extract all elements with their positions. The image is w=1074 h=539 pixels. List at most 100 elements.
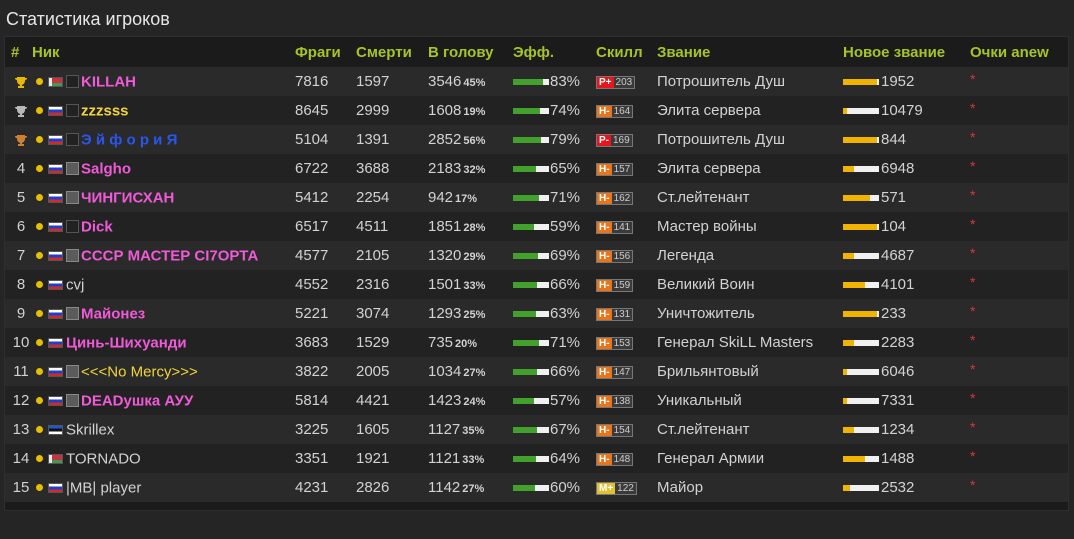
skill-grade: H- <box>597 279 612 291</box>
new-rank-progress-bar <box>843 282 879 289</box>
table-row[interactable]: KILLAH 7816 1597 3546 45% 83% P+ 203 Потрошитель… <box>5 67 1068 96</box>
headshots-cell: 1121 33% <box>428 444 513 473</box>
skill-cell: H- 159 <box>596 270 657 299</box>
skill-value: 203 <box>613 76 635 88</box>
table-row[interactable]: 13 Skrillex 3225 1605 1127 35% 67% H- 154 Ст.лейт… <box>5 415 1068 444</box>
col-header-hs[interactable]: В голову <box>428 37 513 67</box>
rank-cell: 14 <box>5 444 32 473</box>
headshots-cell: 1423 24% <box>428 386 513 415</box>
table-row[interactable]: Э й ф о р и Я 5104 1391 2852 56% 79% P- 169 Потр… <box>5 125 1068 154</box>
rank-position <box>11 73 31 90</box>
country-flag-ru-icon <box>48 482 63 493</box>
table-row[interactable]: zzzsss 8645 2999 1608 19% 74% H- 164 Элита серве… <box>5 96 1068 125</box>
col-header-anew[interactable]: Очки anew <box>970 37 1068 67</box>
col-header-nick[interactable]: Ник <box>32 37 295 67</box>
player-nick-link[interactable]: Майонез <box>81 305 145 322</box>
efficiency-cell: 64% <box>513 444 596 473</box>
headshots-cell: 3546 45% <box>428 67 513 96</box>
col-header-skill[interactable]: Скилл <box>596 37 657 67</box>
new-rank-cell: 1234 <box>843 415 970 444</box>
rank-title: Потрошитель Душ <box>657 125 843 154</box>
table-row[interactable]: 14 TORNADO 3351 1921 1121 33% 64% H- 148 Генерал … <box>5 444 1068 473</box>
new-rank-points: 4101 <box>881 276 915 293</box>
player-nick-link[interactable]: СССР МАСТЕР СI7ОРТА <box>81 247 258 264</box>
new-rank-cell: 7331 <box>843 386 970 415</box>
frags-value: 3683 <box>295 328 356 357</box>
anew-star: * <box>970 99 976 116</box>
player-nick-link[interactable]: zzzsss <box>81 102 129 119</box>
player-nick-link[interactable]: Dick <box>81 218 113 235</box>
headshots-value: 1608 <box>428 102 462 119</box>
efficiency-bar-fill <box>513 485 535 492</box>
new-rank-cell: 571 <box>843 183 970 212</box>
skill-cell: H- 157 <box>596 154 657 183</box>
col-header-new-rank[interactable]: Новое звание <box>843 37 970 67</box>
col-header-rank[interactable]: Звание <box>657 37 843 67</box>
new-rank-progress-bar <box>843 311 879 318</box>
skill-badge: P+ 203 <box>596 75 636 89</box>
table-row[interactable]: 7 СССР МАСТЕР СI7ОРТА 4577 2105 1320 29% 69% H-… <box>5 241 1068 270</box>
table-row[interactable]: 6 Dick 6517 4511 1851 28% 59% H- 141 Мастер войны… <box>5 212 1068 241</box>
online-status-icon <box>36 193 43 201</box>
rank-position: 7 <box>16 247 26 264</box>
efficiency-bar-fill <box>513 340 539 347</box>
skill-badge: H- 131 <box>596 307 634 321</box>
table-row[interactable]: 10 Цинь-Шихуанди 3683 1529 735 20% 71% H- 153 Ген… <box>5 328 1068 357</box>
col-header-num[interactable]: # <box>5 37 32 67</box>
frags-value: 5104 <box>295 125 356 154</box>
table-row[interactable]: 9 Майонез 5221 3074 1293 25% 63% H- 131 Уничтожит… <box>5 299 1068 328</box>
rank-position: 9 <box>16 305 26 322</box>
frags-value: 6722 <box>295 154 356 183</box>
country-flag-ru-icon <box>48 192 63 203</box>
country-flag-ru-icon <box>48 105 63 116</box>
rank-title: Ст.лейтенант <box>657 415 843 444</box>
player-nick-link[interactable]: Цинь-Шихуанди <box>66 334 187 351</box>
headshots-value: 1034 <box>428 363 462 380</box>
table-row[interactable]: 8 cvj 4552 2316 1501 33% 66% H- 159 Великий Воин 4… <box>5 270 1068 299</box>
country-flag-ru-icon <box>48 279 63 290</box>
efficiency-cell: 83% <box>513 67 596 96</box>
player-nick-link[interactable]: |MB| player <box>66 479 141 496</box>
efficiency-bar-fill <box>513 79 543 86</box>
rank-title: Брильянтовый <box>657 357 843 386</box>
table-row[interactable]: 5 ЧИНГИСХАН 5412 2254 942 17% 71% H- 162 Ст.лейте… <box>5 183 1068 212</box>
new-rank-cell: 1488 <box>843 444 970 473</box>
rank-position: 13 <box>12 421 30 438</box>
deaths-value: 1605 <box>356 415 428 444</box>
new-rank-points: 844 <box>881 131 907 148</box>
table-row[interactable]: 4 Salgho 6722 3688 2183 32% 65% H- 157 Элита серв… <box>5 154 1068 183</box>
player-nick-link[interactable]: Э й ф о р и Я <box>81 131 177 148</box>
anew-star: * <box>970 302 976 319</box>
player-nick-link[interactable]: TORNADO <box>66 450 141 467</box>
headshots-value: 2852 <box>428 131 462 148</box>
rank-title: Уникальный <box>657 386 843 415</box>
avatar-icon <box>66 365 79 379</box>
player-nick-link[interactable]: <<<No Mercy>>> <box>81 363 198 380</box>
new-rank-points: 2532 <box>881 479 915 496</box>
player-nick-link[interactable]: ЧИНГИСХАН <box>81 189 174 206</box>
player-nick-link[interactable]: DEADушка АУУ <box>81 392 193 409</box>
player-nick-link[interactable]: Skrillex <box>66 421 114 438</box>
table-row[interactable]: 12 DEADушка АУУ 5814 4421 1423 24% 57% H- 138 Уни… <box>5 386 1068 415</box>
player-nick-link[interactable]: cvj <box>66 276 84 293</box>
efficiency-bar <box>513 166 549 173</box>
col-header-eff[interactable]: Эфф. <box>513 37 596 67</box>
skill-cell: M+ 122 <box>596 473 657 502</box>
new-rank-progress-bar <box>843 79 879 86</box>
table-row[interactable]: 11 <<<No Mercy>>> 3822 2005 1034 27% 66% H- 147 Б… <box>5 357 1068 386</box>
col-header-deaths[interactable]: Смерти <box>356 37 428 67</box>
anew-cell: * <box>970 270 1068 299</box>
online-status-icon <box>36 309 43 317</box>
headshots-value: 1142 <box>428 479 461 496</box>
rank-cell: 9 <box>5 299 32 328</box>
new-rank-progress-fill <box>843 137 878 144</box>
player-nick-link[interactable]: Salgho <box>81 160 131 177</box>
nick-cell: Dick <box>32 212 295 241</box>
col-header-frags[interactable]: Фраги <box>295 37 356 67</box>
efficiency-bar-fill <box>513 195 539 202</box>
trophy-silver-icon <box>15 105 27 117</box>
efficiency-value: 74% <box>550 102 581 119</box>
table-row[interactable]: 15 |MB| player 4231 2826 1142 27% 60% M+ 122 Майо… <box>5 473 1068 502</box>
player-nick-link[interactable]: KILLAH <box>81 73 136 90</box>
online-status-icon <box>36 280 43 288</box>
